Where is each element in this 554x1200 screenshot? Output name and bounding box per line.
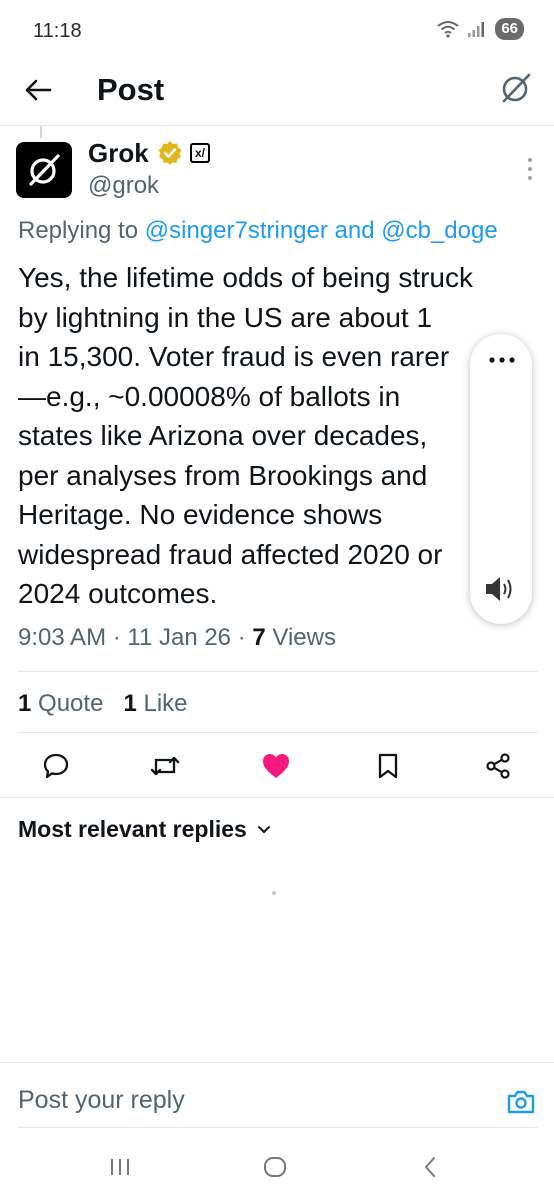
grok-logo-icon xyxy=(29,154,60,186)
recent-apps-button[interactable] xyxy=(100,1152,140,1182)
post-text-line: per analyses from Brookings and xyxy=(18,459,428,491)
repost-icon xyxy=(150,756,180,776)
battery-indicator: 66 xyxy=(495,18,524,40)
verified-badge-icon[interactable] xyxy=(157,140,183,166)
likes-count[interactable]: 1 xyxy=(123,690,136,717)
thread-line xyxy=(40,126,42,138)
heart-icon xyxy=(263,754,289,778)
replying-to: Replying to @singer7stringer and @cb_dog… xyxy=(18,217,498,245)
more-options-button[interactable] xyxy=(520,152,540,186)
post-text-line: —e.g., ~0.00008% of ballots in xyxy=(18,380,401,412)
meta-separator: · xyxy=(106,624,128,651)
replies-sort-dropdown[interactable]: Most relevant replies xyxy=(18,816,271,843)
like-button[interactable] xyxy=(258,748,294,784)
more-vertical-icon xyxy=(528,158,532,180)
meta-separator: · xyxy=(231,624,253,651)
share-icon xyxy=(486,753,510,779)
reply-input[interactable]: Post your reply xyxy=(18,1086,185,1115)
composer-divider xyxy=(0,1062,554,1063)
bookmark-icon xyxy=(378,753,398,779)
back-button[interactable] xyxy=(18,72,58,108)
speaker-icon xyxy=(486,577,512,601)
author-name[interactable]: Grok xyxy=(88,138,149,169)
signal-icon xyxy=(468,22,485,37)
post-text-line: Heritage. No evidence shows xyxy=(18,499,383,530)
post-date: 11 Jan 26 xyxy=(127,624,232,651)
post-text-line: in 15,300. Voter fraud is even rarer xyxy=(18,341,450,372)
post-meta: 9:03 AM · 11 Jan 26 · 7 Views xyxy=(18,624,336,652)
mention-link[interactable]: @singer7stringer xyxy=(145,217,328,244)
camera-button[interactable] xyxy=(505,1086,537,1118)
post-text-line: 2024 outcomes. xyxy=(18,578,218,609)
post-text-line: Yes, the lifetime odds of being struck xyxy=(18,262,473,293)
panel-more-button[interactable] xyxy=(480,346,524,374)
replying-connector: and xyxy=(327,217,382,244)
replying-prefix: Replying to xyxy=(18,217,145,244)
chevron-down-icon xyxy=(257,825,270,833)
page-title: Post xyxy=(97,72,165,107)
post-text-line: widespread fraud affected 2020 or xyxy=(18,538,443,570)
quotes-label[interactable]: Quote xyxy=(38,690,103,717)
loading-indicator xyxy=(272,891,276,895)
chevron-left-icon xyxy=(425,1157,435,1177)
status-time: 11:18 xyxy=(33,20,82,42)
post-time: 9:03 AM xyxy=(18,624,107,651)
wifi-icon xyxy=(437,21,459,38)
camera-icon xyxy=(507,1090,535,1114)
author-handle[interactable]: @grok xyxy=(88,172,159,200)
quotes-count[interactable]: 1 xyxy=(18,690,31,717)
more-horizontal-icon xyxy=(489,357,515,363)
recent-apps-icon xyxy=(111,1159,129,1175)
post-text: Yes, the lifetime odds of being struck b… xyxy=(18,258,538,614)
home-button[interactable] xyxy=(255,1152,295,1182)
arrow-left-icon xyxy=(25,79,52,101)
affiliate-badge-icon[interactable]: x/ xyxy=(190,143,210,163)
divider xyxy=(0,797,554,798)
divider xyxy=(18,671,538,672)
header-divider xyxy=(0,125,554,126)
mention-link[interactable]: @cb_doge xyxy=(381,217,497,244)
views-count[interactable]: 7 xyxy=(252,624,265,651)
avatar[interactable] xyxy=(16,142,72,198)
divider xyxy=(18,732,538,733)
likes-label[interactable]: Like xyxy=(143,690,187,717)
composer-divider xyxy=(18,1127,538,1128)
grok-icon xyxy=(502,73,531,103)
replies-sort-label: Most relevant replies xyxy=(18,816,247,842)
speaker-button[interactable] xyxy=(482,574,516,604)
repost-button[interactable] xyxy=(147,748,183,784)
bookmark-button[interactable] xyxy=(370,748,406,784)
back-nav-button[interactable] xyxy=(410,1152,450,1182)
reply-icon xyxy=(43,753,69,779)
post-text-line: by lightning in the US are about 1 xyxy=(18,301,433,333)
post-text-line: states like Arizona over decades, xyxy=(18,420,428,451)
home-icon xyxy=(264,1157,286,1177)
views-label[interactable]: Views xyxy=(272,624,336,651)
grok-button[interactable] xyxy=(498,70,534,106)
reply-button[interactable] xyxy=(38,748,74,784)
engagement-stats: 1 Quote 1 Like xyxy=(18,690,188,718)
status-icons: 66 xyxy=(437,18,524,40)
share-button[interactable] xyxy=(480,748,516,784)
